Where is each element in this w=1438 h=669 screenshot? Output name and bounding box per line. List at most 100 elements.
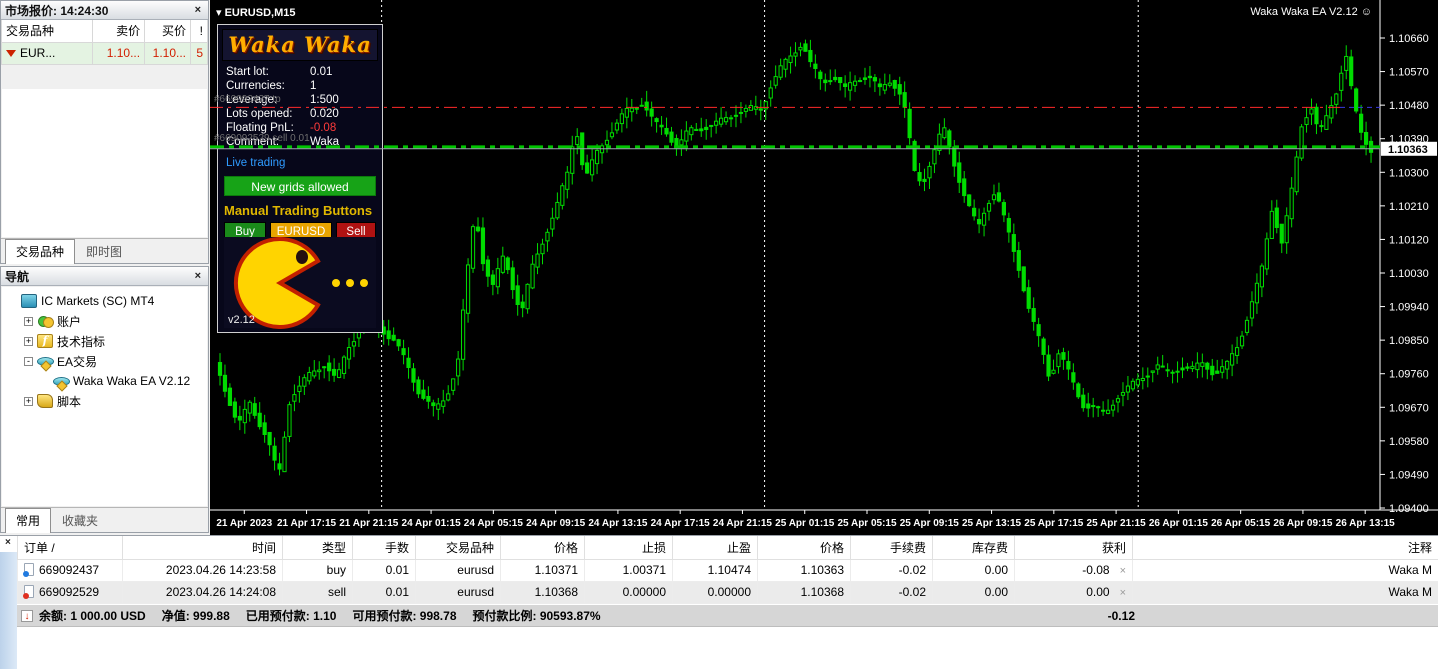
svg-text:25 Apr 01:15: 25 Apr 01:15: [775, 518, 835, 529]
svg-text:1.09850: 1.09850: [1389, 335, 1429, 347]
total-profit: -0.12: [1107, 608, 1135, 623]
orders-col-3[interactable]: 手数: [352, 536, 416, 560]
close-order-icon[interactable]: ×: [1120, 565, 1126, 577]
svg-text:21 Apr 17:15: 21 Apr 17:15: [277, 518, 337, 529]
expand-icon[interactable]: +: [24, 316, 33, 326]
navigator-item[interactable]: - EA交易: [4, 351, 205, 371]
navigator-panel: 导航 × IC Markets (SC) MT4 + 账户 + f 技术指标 - EA交易 Wa…: [0, 266, 209, 533]
orders-col-9[interactable]: 手续费: [850, 536, 933, 560]
orders-table: 订单 / 时间 类型 手数 交易品种 价格 止损 止盈 价格 手续费 库存费 获利 注释 6690924…: [17, 536, 1438, 604]
collapse-icon[interactable]: -: [24, 356, 33, 366]
market-watch-tab[interactable]: 交易品种: [5, 239, 76, 264]
navigator-tabbar: 常用 收藏夹: [1, 507, 208, 533]
candlestick-chart[interactable]: 1.10660 1.10570 1.10480 1.10390 1.10300 1.102…: [210, 0, 1438, 535]
close-icon[interactable]: ×: [192, 4, 204, 16]
order-line-label: #669092437 tp: [214, 94, 281, 105]
expert-advisor-icon: [53, 374, 70, 388]
orders-col-5[interactable]: 价格: [500, 536, 585, 560]
svg-text:1.10120: 1.10120: [1389, 234, 1429, 246]
close-order-icon[interactable]: ×: [1120, 587, 1126, 599]
terminal-tab-strip[interactable]: [0, 552, 17, 669]
orders-col-0[interactable]: 订单 /: [17, 536, 123, 560]
navigator-tab[interactable]: 常用: [5, 508, 52, 533]
orders-col-1[interactable]: 时间: [122, 536, 283, 560]
pacman-dot: [346, 279, 354, 287]
navigator-title: 导航: [5, 269, 30, 284]
market-watch-col-1[interactable]: 卖价: [92, 20, 146, 43]
navigator-item-label: EA交易: [57, 354, 98, 369]
pacman-dot: [360, 279, 368, 287]
market-watch-table: 交易品种 卖价 买价! EUR... 1.10... 1.10... 5: [0, 20, 208, 65]
market-watch-panel: 市场报价: 14:24:30 × 交易品种 卖价 买价! EUR... 1.10...…: [0, 0, 209, 264]
navigator-item-label: IC Markets (SC) MT4: [41, 294, 155, 308]
navigator-item[interactable]: Waka Waka EA V2.12: [4, 371, 205, 391]
terminal-panel: × 订单 / 时间 类型 手数 交易品种 价格 止损 止盈 价格 手续费 库存费 获利 注释 66909…: [0, 535, 1438, 669]
order-line-label: #669092529 sell 0.01: [214, 133, 310, 144]
orders-col-12[interactable]: 注释: [1132, 536, 1438, 560]
orders-col-6[interactable]: 止损: [584, 536, 673, 560]
summary-segment: 净值: 999.88: [161, 609, 230, 623]
market-watch-col-3[interactable]: !: [190, 20, 208, 43]
svg-text:1.10300: 1.10300: [1389, 167, 1429, 179]
svg-text:24 Apr 13:15: 24 Apr 13:15: [588, 518, 648, 529]
expand-icon[interactable]: +: [24, 336, 33, 346]
market-watch-col-2[interactable]: 买价: [144, 20, 192, 43]
navigator-titlebar[interactable]: 导航 ×: [1, 267, 208, 286]
orders-col-2[interactable]: 类型: [282, 536, 353, 560]
svg-text:26 Apr 13:15: 26 Apr 13:15: [1336, 518, 1396, 529]
navigator-tree: IC Markets (SC) MT4 + 账户 + f 技术指标 - EA交易 Waka Wa…: [2, 287, 207, 506]
navigator-item[interactable]: + f 技术指标: [4, 331, 205, 351]
market-watch-empty-area: [2, 89, 207, 237]
manual-trading-title: Manual Trading Buttons: [224, 203, 373, 218]
ea-stat-row: Lots opened: 0.020: [226, 108, 339, 120]
order-row[interactable]: 669092529 2023.04.26 14:24:08 sell 0.01 euru…: [17, 580, 1438, 604]
market-watch-header: 交易品种 卖价 买价!: [0, 20, 208, 43]
market-watch-tab[interactable]: 即时图: [75, 239, 133, 264]
live-trading-label: Live trading: [226, 157, 286, 169]
ea-version-label: v2.12: [228, 314, 255, 326]
close-icon[interactable]: ×: [192, 270, 204, 282]
close-icon[interactable]: ×: [2, 537, 14, 548]
chart-window[interactable]: 1.10660 1.10570 1.10480 1.10390 1.10300 1.102…: [210, 0, 1438, 535]
svg-text:26 Apr 05:15: 26 Apr 05:15: [1211, 518, 1271, 529]
server-icon: [21, 294, 37, 308]
svg-text:1.10480: 1.10480: [1389, 100, 1429, 112]
svg-text:1.09670: 1.09670: [1389, 402, 1429, 414]
expand-icon[interactable]: +: [24, 396, 33, 406]
svg-text:24 Apr 17:15: 24 Apr 17:15: [651, 518, 711, 529]
svg-text:25 Apr 09:15: 25 Apr 09:15: [900, 518, 960, 529]
orders-col-7[interactable]: 止盈: [672, 536, 758, 560]
svg-text:25 Apr 05:15: 25 Apr 05:15: [837, 518, 897, 529]
navigator-item-label: 账户: [57, 314, 82, 329]
market-watch-row[interactable]: EUR... 1.10... 1.10... 5: [0, 41, 208, 65]
accounts-icon: [37, 314, 54, 328]
scripts-icon: [37, 394, 53, 408]
svg-text:26 Apr 01:15: 26 Apr 01:15: [1149, 518, 1209, 529]
orders-col-11[interactable]: 获利: [1014, 536, 1133, 560]
summary-segment: 余额: 1 000.00 USD: [39, 609, 146, 623]
pacman-image: v2.12: [224, 237, 376, 329]
orders-col-8[interactable]: 价格: [757, 536, 851, 560]
svg-text:1.09490: 1.09490: [1389, 469, 1429, 481]
ea-stat-row: Start lot: 0.01: [226, 66, 333, 78]
waka-waka-logo: Waka Waka: [222, 29, 378, 61]
orders-col-10[interactable]: 库存费: [932, 536, 1015, 560]
account-summary-row: ↓ 余额: 1 000.00 USD 净值: 999.88 已用预付款: 1.10 可…: [17, 605, 1438, 627]
navigator-item[interactable]: + 账户: [4, 311, 205, 331]
mt4-window: 市场报价: 14:24:30 × 交易品种 卖价 买价! EUR... 1.10...…: [0, 0, 1438, 669]
summary-segment: 预付款比例: 90593.87%: [472, 609, 601, 623]
market-watch-col-0[interactable]: 交易品种: [0, 20, 94, 43]
navigator-item[interactable]: IC Markets (SC) MT4: [4, 291, 205, 311]
new-grids-allowed-button[interactable]: New grids allowed: [224, 176, 376, 196]
order-row[interactable]: 669092437 2023.04.26 14:23:58 buy 0.01 eurus…: [17, 558, 1438, 582]
ea-info-panel: Waka Waka Start lot: 0.01 Currencies: 1 Leve…: [217, 24, 383, 333]
navigator-tab[interactable]: 收藏夹: [51, 508, 109, 533]
pacman-eye: [296, 250, 308, 264]
svg-text:24 Apr 09:15: 24 Apr 09:15: [526, 518, 586, 529]
svg-text:1.10210: 1.10210: [1389, 201, 1429, 213]
navigator-item[interactable]: + 脚本: [4, 391, 205, 411]
orders-col-4[interactable]: 交易品种: [415, 536, 501, 560]
tick-down-icon: [6, 49, 16, 57]
svg-text:1.10660: 1.10660: [1389, 33, 1429, 45]
market-watch-titlebar[interactable]: 市场报价: 14:24:30 ×: [1, 1, 208, 20]
